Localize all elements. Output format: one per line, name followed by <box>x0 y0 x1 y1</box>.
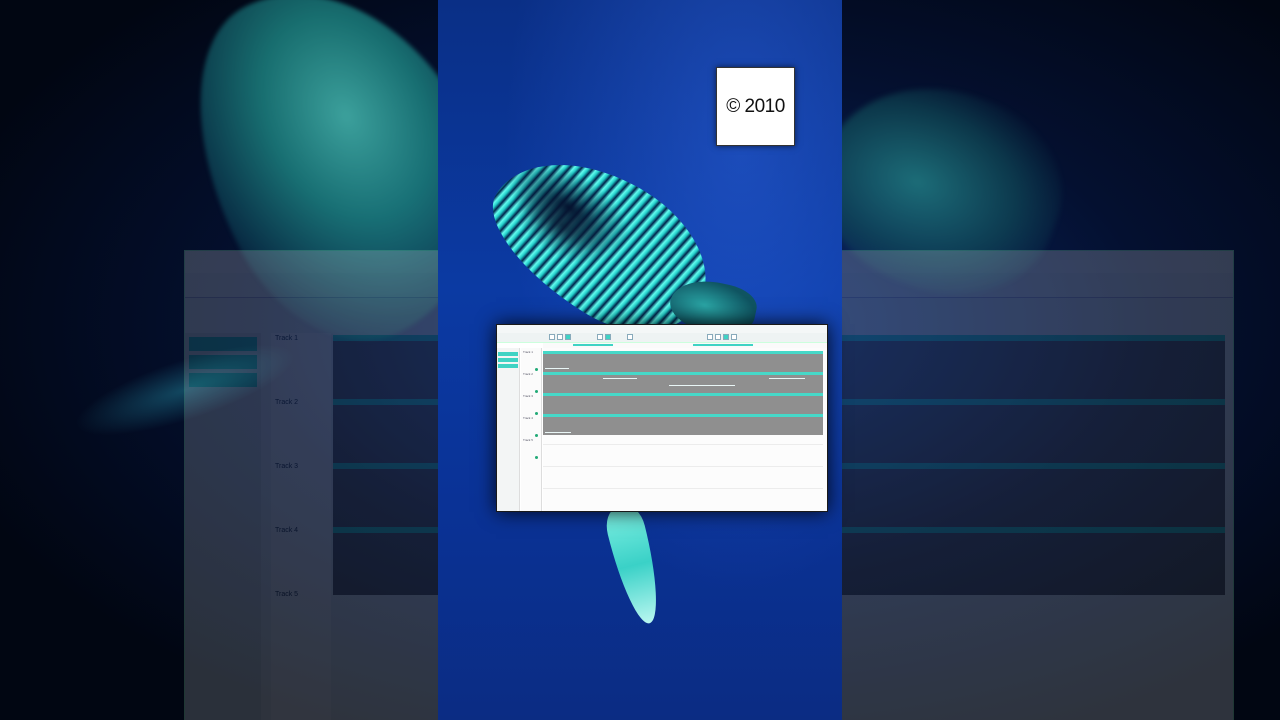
ghost-sidebar-item <box>189 373 257 387</box>
sidebar-item[interactable] <box>498 364 518 368</box>
ruler-marker <box>693 344 753 346</box>
grid-line <box>543 444 823 445</box>
track-lane[interactable] <box>543 414 823 435</box>
daw-track-headers: Track 1 Track 2 Track 3 Track 4 Track 5 <box>521 348 542 511</box>
sidebar-item[interactable] <box>498 358 518 362</box>
toolbar-button[interactable] <box>557 334 563 340</box>
toolbar-button[interactable] <box>731 334 737 340</box>
toolbar-button[interactable] <box>597 334 603 340</box>
ruler-marker <box>573 344 613 346</box>
ghost-track-label: Track 1 <box>275 335 299 342</box>
midi-note <box>545 368 569 369</box>
midi-note <box>545 432 571 433</box>
ghost-track-label: Track 5 <box>275 591 299 598</box>
track-knob[interactable] <box>535 456 538 459</box>
ghost-sidebar-item <box>189 355 257 369</box>
track-knob[interactable] <box>535 368 538 371</box>
track-label: Track 3 <box>523 394 533 398</box>
ghost-track-label: Track 2 <box>275 399 299 406</box>
toolbar-button[interactable] <box>627 334 633 340</box>
track-knob[interactable] <box>535 434 538 437</box>
track-lane[interactable] <box>543 351 823 372</box>
track-label: Track 5 <box>523 438 533 442</box>
toolbar-button[interactable] <box>565 334 571 340</box>
ghost-track-label: Track 4 <box>275 527 299 534</box>
toolbar-button[interactable] <box>707 334 713 340</box>
toolbar-button[interactable] <box>715 334 721 340</box>
daw-sidebar <box>497 348 520 511</box>
track-label: Track 4 <box>523 416 533 420</box>
daw-toolbar[interactable] <box>497 333 827 343</box>
sidebar-item[interactable] <box>498 352 518 356</box>
track-knob[interactable] <box>535 390 538 393</box>
midi-note <box>769 378 805 379</box>
toolbar-button[interactable] <box>605 334 611 340</box>
ghost-track-label: Track 3 <box>275 463 299 470</box>
track-lane[interactable] <box>543 372 823 393</box>
daw-screenshot[interactable]: Track 1 Track 2 Track 3 Track 4 Track 5 <box>496 324 828 512</box>
copyright-text: © 2010 <box>726 95 785 117</box>
ghost-track-headers: Track 1 Track 2 Track 3 Track 4 Track 5 <box>271 333 331 720</box>
grid-line <box>543 488 823 489</box>
grid-line <box>543 466 823 467</box>
midi-note <box>669 385 735 386</box>
ghost-sidebar <box>185 333 261 720</box>
track-label: Track 2 <box>523 372 533 376</box>
track-knob[interactable] <box>535 412 538 415</box>
toolbar-button[interactable] <box>723 334 729 340</box>
track-label: Track 1 <box>523 350 533 354</box>
daw-arrangement[interactable] <box>543 348 827 511</box>
toolbar-button[interactable] <box>549 334 555 340</box>
ghost-sidebar-item <box>189 337 257 351</box>
copyright-badge: © 2010 <box>716 67 795 146</box>
midi-note <box>603 378 637 379</box>
track-lane[interactable] <box>543 393 823 414</box>
